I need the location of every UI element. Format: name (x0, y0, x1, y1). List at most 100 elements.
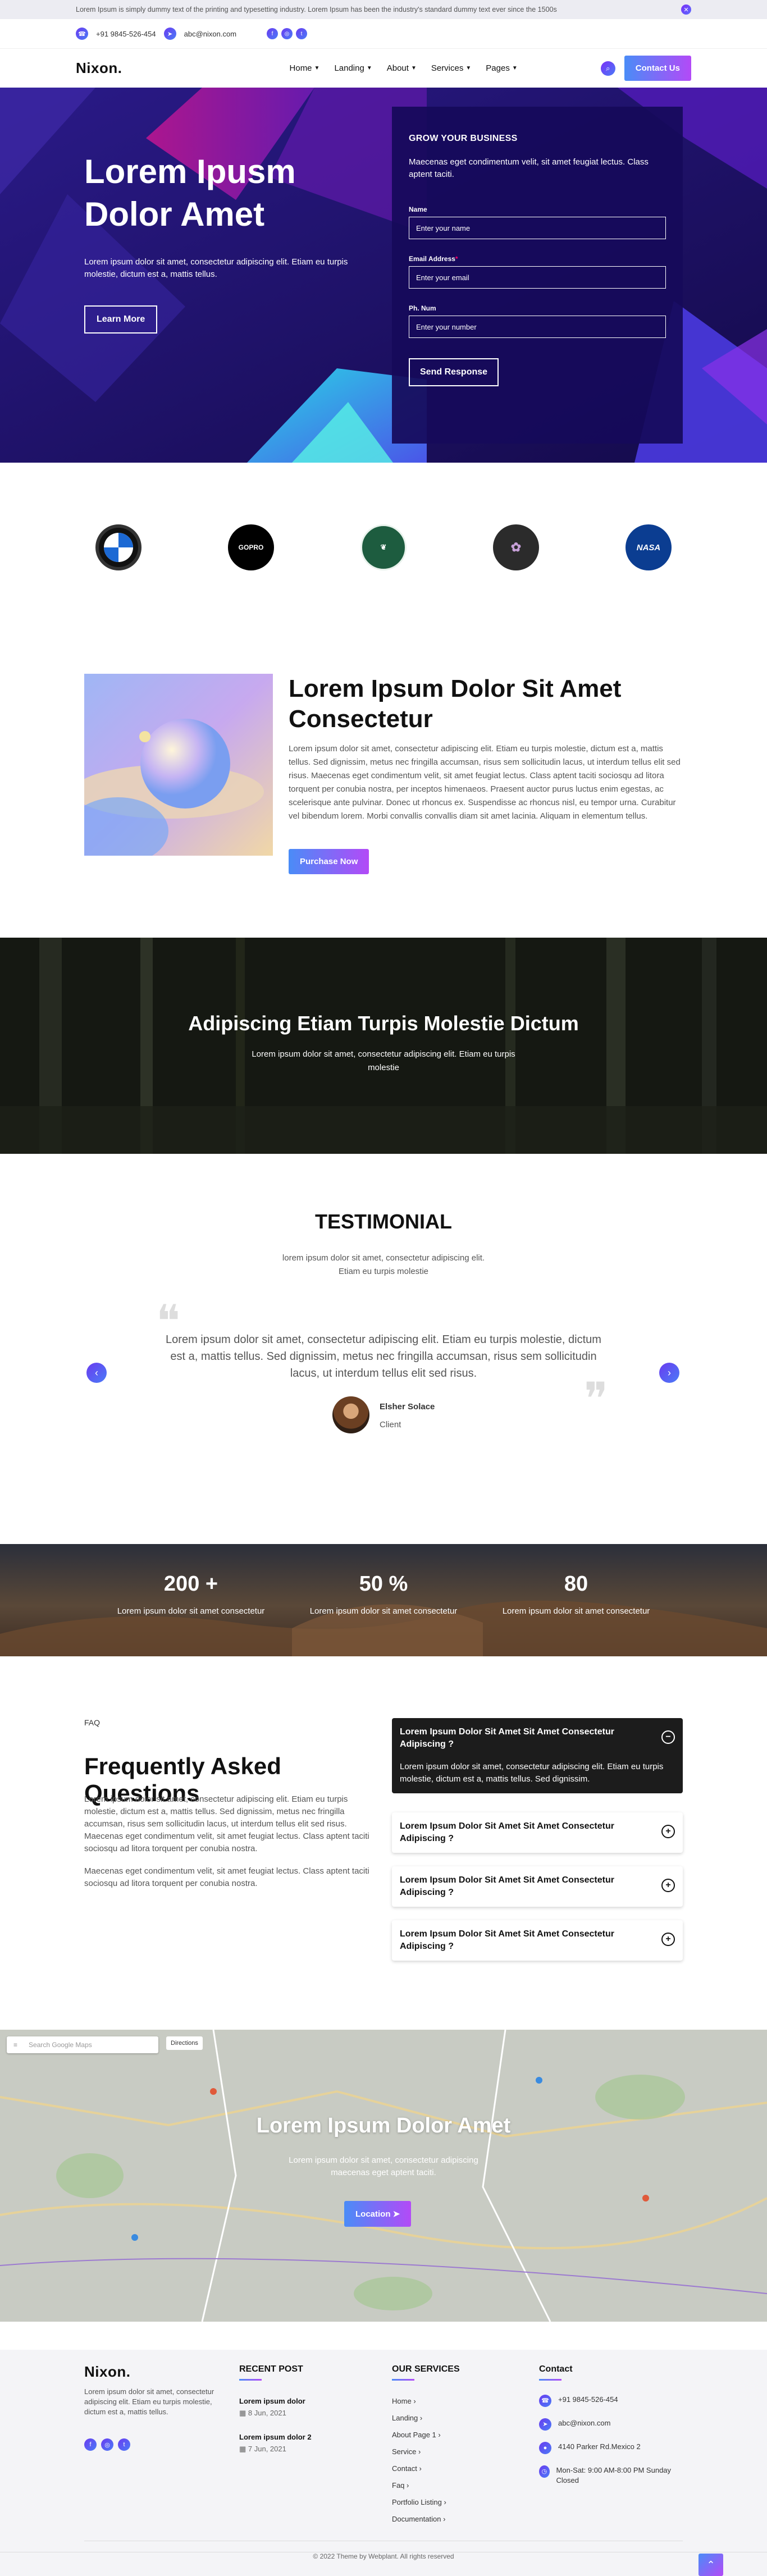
footer-address: 4140 Parker Rd.Mexico 2 (558, 2442, 641, 2451)
footer-social: f ◎ t (84, 2438, 130, 2451)
recent-post[interactable]: Lorem ipsum dolor ▦ 8 Jun, 2021 (239, 2397, 305, 2418)
banner-text: Lorem ipsum dolor sit amet, consectetur … (252, 1049, 515, 1072)
footer-link[interactable]: Portfolio Listing › (392, 2498, 446, 2506)
stat-item: 80 Lorem ipsum dolor sit amet consectetur (486, 1544, 666, 1616)
twitter-icon[interactable]: t (296, 28, 308, 39)
faq-item-open[interactable]: Lorem Ipsum Dolor Sit Amet Sit Amet Cons… (392, 1718, 683, 1793)
next-arrow-icon[interactable]: › (659, 1363, 679, 1383)
quote-close-icon: ❞ (584, 1373, 609, 1425)
footer-link[interactable]: Home › (392, 2397, 416, 2405)
bmw-roundel (104, 533, 133, 562)
abstract-art (84, 674, 273, 856)
phone-icon: ☎ (76, 28, 88, 40)
chevron-right-icon: › (438, 2431, 441, 2439)
nav-label: About (386, 63, 409, 73)
stat-value: 200 + (163, 1572, 218, 1596)
name-label: Name (409, 205, 666, 213)
stat-value: 50 % (359, 1572, 408, 1596)
stat-label: Lorem ipsum dolor sit amet consectetur (117, 1606, 265, 1616)
email-icon: ➤ (163, 28, 176, 40)
footer-link[interactable]: Landing › (392, 2414, 422, 2422)
map-text: Lorem ipsum dolor sit amet, consectetur … (289, 2155, 478, 2177)
plus-circle-icon[interactable]: + (661, 1933, 675, 1946)
prev-arrow-icon[interactable]: ‹ (86, 1363, 107, 1383)
nav-item-landing[interactable]: Landing ▼ (334, 63, 372, 73)
contact-bar: ☎ +91 9845-526-454 ➤ abc@nixon.com f ◎ t (0, 19, 767, 48)
stat-label: Lorem ipsum dolor sit amet consectetur (502, 1606, 650, 1616)
stat-value: 80 (564, 1572, 588, 1596)
name-input[interactable] (409, 217, 666, 239)
instagram-icon[interactable]: ◎ (281, 28, 293, 39)
footer-link[interactable]: Contact › (392, 2464, 422, 2473)
directions-button[interactable]: Directions (166, 2036, 203, 2050)
faq-item[interactable]: Lorem Ipsum Dolor Sit Amet Sit Amet Cons… (392, 1920, 683, 1961)
post-title[interactable]: Lorem ipsum dolor (239, 2397, 305, 2405)
footer-description: Lorem ipsum dolor sit amet, consectetur … (84, 2387, 214, 2416)
nav-item-services[interactable]: Services ▼ (431, 63, 471, 73)
chevron-down-icon: ▼ (366, 65, 372, 71)
services-heading: OUR SERVICES (392, 2364, 460, 2381)
calendar-icon: ▦ (239, 2409, 248, 2417)
footer-link[interactable]: Faq › (392, 2481, 409, 2490)
close-icon[interactable]: ✕ (681, 4, 691, 15)
nav-item-about[interactable]: About ▼ (387, 63, 417, 73)
footer-link-label: Documentation (392, 2515, 441, 2523)
top-notice-bar: Lorem Ipsum is simply dummy text of the … (0, 0, 767, 19)
location-button[interactable]: Location ➤ (344, 2201, 412, 2227)
footer-phone[interactable]: +91 9845-526-454 (558, 2395, 618, 2405)
footer-link[interactable]: About Page 1 › (392, 2431, 441, 2439)
plus-circle-icon[interactable]: + (661, 1825, 675, 1838)
search-icon[interactable]: ⌕ (600, 61, 615, 76)
nav-label: Pages (486, 63, 510, 73)
learn-more-button[interactable]: Learn More (84, 305, 158, 334)
facebook-icon[interactable]: f (267, 28, 279, 39)
footer: Nixon. Lorem ipsum dolor sit amet, conse… (0, 2350, 767, 2576)
site-logo[interactable]: Nixon. (76, 60, 122, 77)
contact-email[interactable]: abc@nixon.com (184, 30, 236, 38)
stat-item: 50 % Lorem ipsum dolor sit amet consectet… (294, 1544, 473, 1616)
menu-icon[interactable]: ≡ (13, 2041, 17, 2049)
footer-link[interactable]: Service › (392, 2447, 421, 2456)
main-menu: Home ▼ Landing ▼ About ▼ Services ▼ Pages ▼ (206, 63, 518, 73)
plus-circle-icon[interactable]: + (661, 1879, 675, 1892)
minus-circle-icon[interactable]: − (661, 1730, 675, 1744)
brand-logos: GOPRO ❦ ✿ NASA (0, 505, 767, 590)
contact-heading: Contact (539, 2364, 573, 2381)
form-text: Maecenas eget condimentum velit, sit ame… (409, 157, 649, 179)
chevron-down-icon: ▼ (465, 65, 472, 71)
facebook-icon[interactable]: f (84, 2438, 97, 2451)
footer-email[interactable]: abc@nixon.com (558, 2418, 610, 2428)
about-text: Lorem ipsum dolor sit amet, consectetur … (289, 744, 681, 821)
email-input[interactable] (409, 266, 666, 289)
faq-item[interactable]: Lorem Ipsum Dolor Sit Amet Sit Amet Cons… (392, 1812, 683, 1853)
phone-input[interactable] (409, 316, 666, 338)
faq-question: Lorem Ipsum Dolor Sit Amet Sit Amet Cons… (400, 1929, 614, 1951)
chevron-right-icon: › (407, 2481, 409, 2490)
recent-post[interactable]: Lorem ipsum dolor 2 ▦ 7 Jun, 2021 (239, 2433, 312, 2454)
post-title[interactable]: Lorem ipsum dolor 2 (239, 2433, 312, 2441)
footer-contact-item: ➤ abc@nixon.com (539, 2418, 674, 2431)
instagram-icon[interactable]: ◎ (101, 2438, 113, 2451)
contact-phone[interactable]: +91 9845-526-454 (96, 30, 156, 38)
nav-item-pages[interactable]: Pages ▼ (486, 63, 517, 73)
faq-item[interactable]: Lorem Ipsum Dolor Sit Amet Sit Amet Cons… (392, 1866, 683, 1907)
purchase-now-button[interactable]: Purchase Now (289, 849, 369, 874)
chevron-right-icon: › (419, 2464, 422, 2473)
twitter-icon[interactable]: t (118, 2438, 130, 2451)
footer-link-label: Home (392, 2397, 412, 2405)
footer-link-label: Contact (392, 2464, 417, 2473)
map-search-input[interactable]: ≡ Search Google Maps (7, 2036, 158, 2053)
footer-contact-item: ☎ +91 9845-526-454 (539, 2395, 674, 2407)
leaf-brand-logo: ❦ (360, 524, 407, 570)
faq-text-2: Maecenas eget condimentum velit, sit ame… (84, 1866, 369, 1888)
nav-item-home[interactable]: Home ▼ (290, 63, 320, 73)
send-response-button[interactable]: Send Response (409, 358, 499, 386)
recent-post-heading: RECENT POST (239, 2364, 303, 2381)
contact-us-button[interactable]: Contact Us (624, 56, 691, 81)
nav-label: Services (431, 63, 464, 73)
footer-logo[interactable]: Nixon. (84, 2363, 130, 2381)
form-heading: GROW YOUR BUSINESS (409, 134, 518, 143)
chevron-down-icon: ▼ (314, 65, 320, 71)
scroll-to-top-icon[interactable]: ⌃ (698, 2554, 723, 2576)
footer-link[interactable]: Documentation › (392, 2515, 445, 2523)
